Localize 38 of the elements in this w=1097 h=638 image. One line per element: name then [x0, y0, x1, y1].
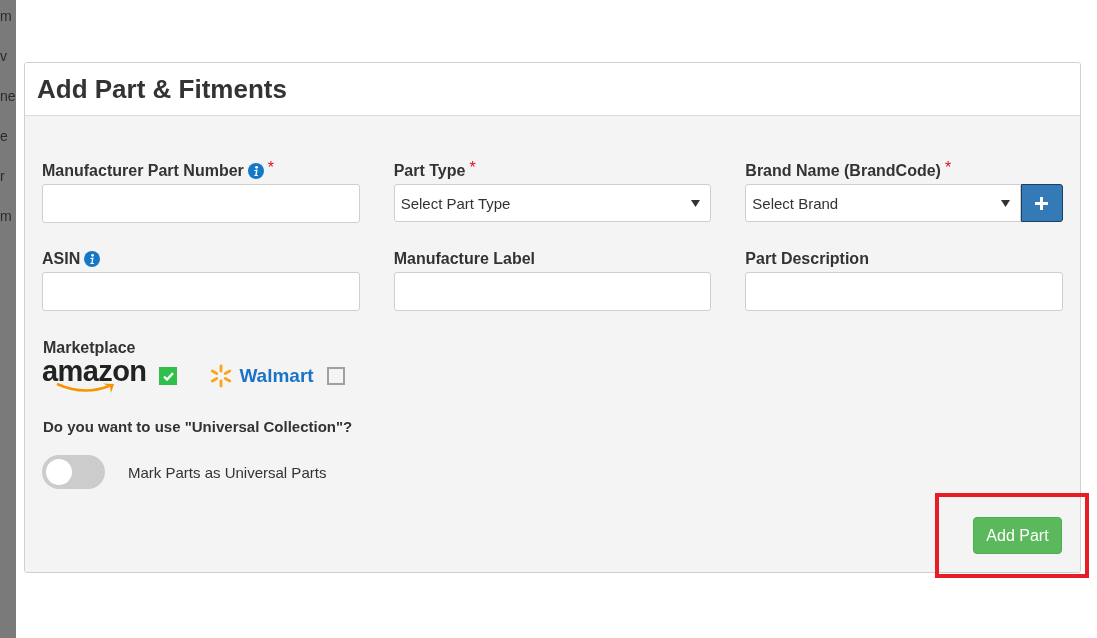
toggle-switch[interactable]	[42, 455, 105, 489]
text-input[interactable]	[42, 184, 360, 223]
toggle-label: Mark Parts as Universal Parts	[128, 463, 327, 481]
required-mark: *	[267, 162, 275, 174]
logo-wordmark: amazon	[42, 358, 147, 383]
spark-icon	[209, 364, 234, 388]
section-label: Marketplace	[43, 338, 136, 358]
cut-text: e	[0, 128, 9, 144]
required-mark: *	[944, 162, 952, 174]
text-input[interactable]	[745, 272, 1063, 311]
text-input[interactable]	[393, 272, 712, 311]
check-icon	[162, 371, 174, 381]
cut-text: v	[0, 48, 8, 64]
field-label: Manufacturer Part Number	[42, 162, 244, 180]
add-brand-button[interactable]	[1021, 184, 1063, 222]
cut-text: ne	[0, 88, 16, 104]
field-label: Brand Name (BrandCode)	[745, 162, 941, 180]
required-mark: *	[469, 162, 476, 174]
question-text: Do you want to use "Universal Collection"?	[43, 418, 353, 436]
cut-text: m	[0, 208, 13, 224]
text-input[interactable]	[42, 272, 360, 311]
select-dropdown[interactable]: Select Brand	[745, 184, 1021, 222]
cut-text: m	[0, 8, 13, 24]
select-dropdown[interactable]: Select Part Type	[393, 184, 712, 222]
field-label: Part Description	[745, 250, 869, 268]
modal-title: Add Part & Fitments	[37, 73, 287, 105]
logo-wordmark: Walmart	[239, 364, 314, 388]
caret-icon	[1001, 199, 1010, 207]
field-label: ASIN	[42, 250, 81, 268]
caret-icon	[691, 199, 701, 207]
field-label: Manufacture Label	[393, 250, 535, 268]
toggle-knob	[46, 459, 72, 485]
checkbox[interactable]	[326, 367, 345, 385]
checkbox[interactable]	[159, 367, 178, 385]
smile-arrow-icon	[56, 381, 116, 394]
field-label: Part Type	[393, 162, 466, 180]
cut-text: r	[0, 168, 6, 184]
plus-icon	[1035, 196, 1049, 210]
